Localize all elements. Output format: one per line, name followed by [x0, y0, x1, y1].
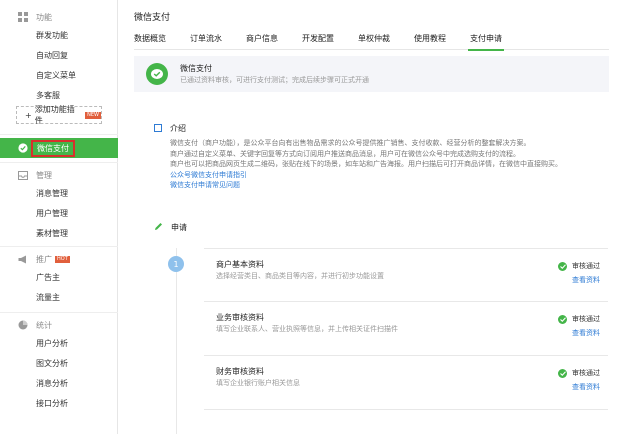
- add-plugin-label: 添加功能插件: [34, 105, 75, 125]
- sidebar-item-message-analysis[interactable]: 消息分析: [0, 374, 118, 394]
- wechat-pay-icon: [18, 143, 28, 153]
- sidebar-section-management: 管理: [0, 166, 52, 184]
- sidebar-item-auto-reply[interactable]: 自动回复: [0, 46, 118, 66]
- step-desc: 选择经营类目、商品类目等内容，并进行初步功能设置: [216, 272, 384, 280]
- tab-dev-config[interactable]: 开发配置: [302, 32, 334, 50]
- step-title: 商户基本资料: [216, 260, 264, 269]
- faq-link[interactable]: 微信支付申请常见问题: [170, 180, 613, 191]
- step-card: 商户基本资料 选择经营类目、商品类目等内容，并进行初步功能设置 审核通过 查看资…: [204, 248, 608, 302]
- sidebar: 功能 群发功能 自动回复 自定义菜单 多客服 + 添加功能插件 NEW 微信支付…: [0, 0, 118, 434]
- step-title: 财务审核资料: [216, 367, 264, 376]
- pencil-icon: [154, 222, 163, 233]
- sidebar-item-article-analysis[interactable]: 图文分析: [0, 354, 118, 374]
- tab-pay-application[interactable]: 支付申请: [468, 32, 504, 51]
- sidebar-section-features: 功能: [0, 8, 52, 26]
- tab-arbitration[interactable]: 单权仲裁: [358, 32, 390, 50]
- square-icon: [154, 124, 162, 132]
- sidebar-section-title: 管理: [36, 170, 52, 180]
- status-badge: 审核通过: [558, 368, 600, 378]
- step-desc: 填写企业联系人、营业执照等信息，并上传相关证件扫描件: [216, 325, 398, 333]
- timeline-line: [176, 248, 177, 434]
- tab-tutorial[interactable]: 使用教程: [414, 32, 446, 50]
- tab-merchant-info[interactable]: 商户信息: [246, 32, 278, 50]
- inbox-icon: [18, 170, 28, 180]
- sidebar-item-label: 微信支付: [31, 139, 75, 157]
- add-plugin-button[interactable]: + 添加功能插件 NEW: [16, 105, 102, 125]
- tab-orders[interactable]: 订单流水: [190, 32, 222, 50]
- check-icon: [558, 314, 567, 324]
- hot-badge: HOT: [55, 255, 70, 263]
- status-badge: 审核通过: [558, 261, 600, 271]
- status-label: 审核通过: [572, 262, 600, 270]
- step-number-badge: 1: [168, 256, 184, 272]
- grid-icon: [18, 12, 28, 22]
- sidebar-item-materials[interactable]: 素材管理: [0, 224, 118, 244]
- sidebar-item-wechat-pay[interactable]: 微信支付: [0, 138, 118, 158]
- step-card: 财务审核资料 填写企业银行账户相关信息 审核通过 查看资料: [204, 356, 608, 410]
- sidebar-item-user-analysis[interactable]: 用户分析: [0, 334, 118, 354]
- sidebar-section-stats: 统计: [0, 316, 52, 334]
- guide-link[interactable]: 公众号微信支付申请指引: [170, 170, 613, 181]
- status-badge: 审核通过: [558, 314, 600, 324]
- sidebar-divider: [0, 162, 118, 163]
- intro-line: 微信支付（商户功能），是公众平台向有出售物品需求的公众号提供推广销售、支付收款、…: [170, 139, 531, 147]
- sidebar-item-publisher[interactable]: 流量主: [0, 288, 118, 308]
- status-label: 审核通过: [572, 315, 600, 323]
- page-title: 微信支付: [134, 13, 171, 23]
- new-badge: NEW: [85, 111, 101, 119]
- tab-bar: 数据概览 订单流水 商户信息 开发配置 单权仲裁 使用教程 支付申请: [134, 32, 609, 51]
- intro-body: 微信支付（商户功能），是公众平台向有出售物品需求的公众号提供推广销售、支付收款、…: [170, 138, 613, 191]
- sidebar-item-customer-service[interactable]: 多客服: [0, 86, 118, 106]
- sidebar-item-messages[interactable]: 消息管理: [0, 184, 118, 204]
- pie-chart-icon: [18, 320, 28, 330]
- sidebar-item-advertiser[interactable]: 广告主: [0, 268, 118, 288]
- view-details-link[interactable]: 查看资料: [572, 275, 600, 285]
- sidebar-item-custom-menu[interactable]: 自定义菜单: [0, 66, 118, 86]
- intro-title: 介绍: [170, 123, 186, 133]
- banner-subtitle: 已通过资料审核，可进行支付测试；完成后续步骤可正式开通: [180, 75, 369, 84]
- step-card: 业务审核资料 填写企业联系人、营业执照等信息，并上传相关证件扫描件 审核通过 查…: [204, 302, 608, 356]
- status-banner: 微信支付 已通过资料审核，可进行支付测试；完成后续步骤可正式开通: [134, 56, 609, 92]
- sidebar-item-users[interactable]: 用户管理: [0, 204, 118, 224]
- main-content: 微信支付 数据概览 订单流水 商户信息 开发配置 单权仲裁 使用教程 支付申请 …: [118, 0, 621, 434]
- intro-section: 介绍 微信支付（商户功能），是公众平台向有出售物品需求的公众号提供推广销售、支付…: [154, 122, 613, 191]
- sidebar-section-title: 统计: [36, 320, 52, 330]
- sidebar-section-title: 功能: [36, 12, 52, 22]
- sidebar-divider: [0, 312, 118, 313]
- step-desc: 填写企业银行账户相关信息: [216, 379, 300, 387]
- application-steps: 1 商户基本资料 选择经营类目、商品类目等内容，并进行初步功能设置 审核通过 查…: [168, 248, 608, 434]
- check-icon: [558, 368, 567, 378]
- sidebar-item-api-analysis[interactable]: 接口分析: [0, 394, 118, 414]
- sidebar-item-mass-send[interactable]: 群发功能: [0, 26, 118, 46]
- banner-title: 微信支付: [180, 63, 212, 73]
- view-details-link[interactable]: 查看资料: [572, 328, 600, 338]
- tab-overview[interactable]: 数据概览: [134, 32, 166, 50]
- sidebar-section-title: 推广: [36, 254, 52, 264]
- sidebar-divider: [0, 246, 118, 247]
- wechat-pay-icon: [146, 63, 168, 85]
- intro-line: 商户也可以把商品网页生成二维码，张贴在线下的场景，如车站和广告海报。用户扫描后可…: [170, 160, 562, 168]
- apply-section-header: 申请: [154, 222, 187, 233]
- intro-line: 商户通过自定义菜单、关键字回复等方式向订阅用户推送商品消息，用户可在微信公众号中…: [170, 149, 520, 158]
- step-title: 业务审核资料: [216, 313, 264, 322]
- apply-title: 申请: [171, 223, 187, 232]
- status-label: 审核通过: [572, 369, 600, 377]
- plus-icon: +: [25, 110, 32, 120]
- sidebar-section-promotion: 推广 HOT: [0, 250, 70, 268]
- sidebar-divider: [0, 134, 118, 135]
- megaphone-icon: [18, 254, 28, 264]
- view-details-link[interactable]: 查看资料: [572, 382, 600, 392]
- check-icon: [558, 261, 567, 271]
